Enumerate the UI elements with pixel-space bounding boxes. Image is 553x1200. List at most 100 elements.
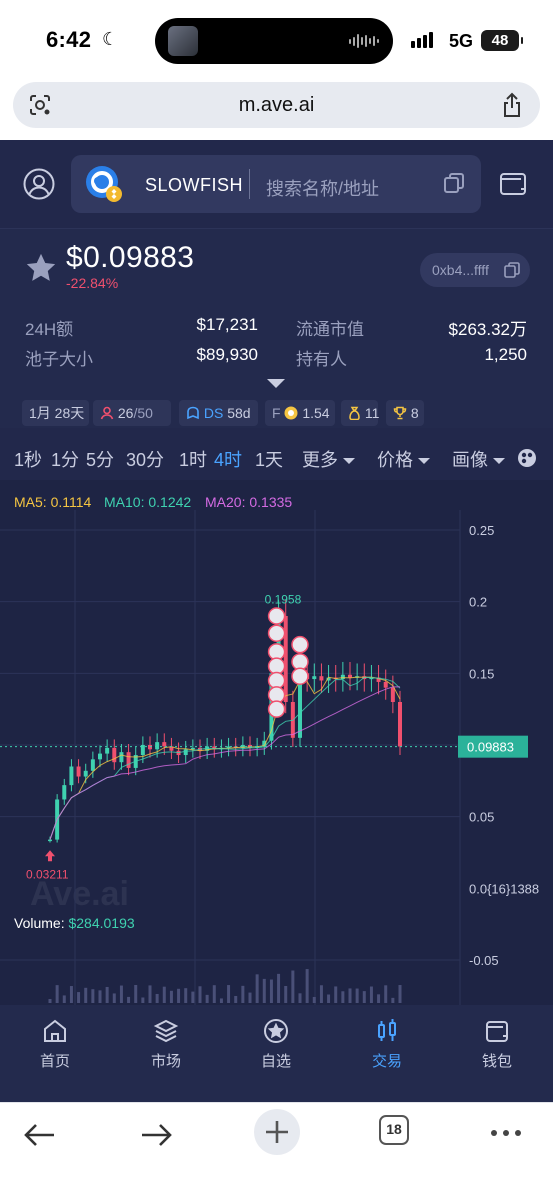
app-header: SLOWFISH 搜索名称/地址: [0, 140, 553, 228]
user-profile-icon[interactable]: [23, 168, 55, 200]
tf-1s[interactable]: 1秒: [14, 446, 42, 472]
tab-watchlist[interactable]: 自选: [226, 1017, 326, 1071]
y-tick-label: 0.0{16}1388: [469, 881, 539, 896]
candle: [119, 752, 124, 763]
tab-trade[interactable]: 交易: [337, 1017, 437, 1071]
layers-icon: [153, 1019, 179, 1043]
volume-bar: [291, 970, 295, 1003]
volume-bar: [177, 988, 181, 1003]
volume-bar: [198, 986, 202, 1003]
f-label: F: [272, 405, 281, 421]
wallet-icon[interactable]: [499, 170, 527, 196]
trophy-tag[interactable]: 8: [386, 400, 424, 426]
person-icon: [100, 406, 114, 420]
favorite-star-icon[interactable]: [24, 251, 58, 285]
low-price-label: 0.03211: [26, 867, 69, 881]
address-bar[interactable]: m.ave.ai: [13, 82, 540, 128]
tab-market[interactable]: 市场: [116, 1017, 216, 1071]
bottom-tab-bar: 首页 市场 自选 交易 钱包: [0, 1005, 553, 1102]
trade-marker-icon: [267, 624, 286, 642]
tf-30m[interactable]: 30分: [126, 446, 164, 472]
copy-icon[interactable]: [443, 172, 465, 194]
tab-home[interactable]: 首页: [5, 1017, 105, 1071]
home-icon: [44, 1019, 66, 1042]
volume-bar: [98, 990, 102, 1003]
volume-bar: [84, 987, 88, 1003]
y-tick-label: 0.05: [469, 810, 494, 825]
draw-label: 画像: [452, 450, 488, 470]
top-holders-tag[interactable]: 26/50: [93, 400, 171, 426]
signal-icon: [411, 32, 433, 48]
tab-label: 自选: [260, 1053, 291, 1070]
candle: [105, 747, 110, 754]
dexscreener-tag[interactable]: DS 58d: [179, 400, 258, 426]
holders-label: 持有人: [296, 350, 347, 369]
circ-mcap-label: 流通市值: [296, 320, 364, 339]
palette-icon[interactable]: [517, 448, 537, 468]
candle: [319, 676, 324, 681]
sniper-tag[interactable]: 11: [341, 400, 379, 426]
new-tab-button[interactable]: [254, 1109, 300, 1155]
volume-bar: [141, 997, 145, 1003]
expand-chevron-icon[interactable]: [267, 379, 285, 388]
token-search-bar[interactable]: SLOWFISH 搜索名称/地址: [71, 155, 481, 213]
volume-bar: [277, 973, 281, 1003]
y-tick-label: -0.05: [469, 953, 499, 968]
back-arrow-icon[interactable]: [18, 1117, 62, 1153]
volume-bar: [362, 991, 366, 1003]
tf-1m[interactable]: 1分: [51, 446, 79, 472]
now-playing-thumbnail: [168, 26, 198, 56]
volume-bar: [112, 993, 116, 1003]
age-tag[interactable]: 1月 28天: [22, 400, 89, 426]
candle: [126, 752, 131, 768]
divider: [249, 169, 250, 199]
top-holders-count: 26: [117, 405, 134, 421]
trade-marker-icon: [291, 635, 309, 654]
dexscreener-icon: [187, 406, 199, 420]
tf-4h[interactable]: 4时: [214, 446, 242, 472]
contract-address-chip[interactable]: 0xb4...ffff: [420, 253, 530, 287]
tab-count: 18: [386, 1121, 402, 1137]
more-dropdown[interactable]: 更多: [302, 446, 355, 472]
battery-icon: 48: [481, 30, 523, 51]
draw-dropdown[interactable]: 画像: [452, 446, 505, 472]
score-tag[interactable]: F 1.54: [265, 400, 335, 426]
candle: [90, 759, 95, 771]
volume-bar: [48, 999, 52, 1003]
coin-icon: [284, 406, 298, 420]
copy-address-icon[interactable]: [504, 262, 520, 278]
tab-switcher-button[interactable]: 18: [379, 1115, 409, 1145]
volume-value: $284.0193: [68, 915, 135, 931]
trophy-icon: [393, 406, 407, 420]
volume-bar: [148, 985, 152, 1003]
volume-bar: [169, 990, 173, 1003]
volume-bar: [298, 993, 302, 1003]
url-text[interactable]: m.ave.ai: [13, 94, 540, 117]
volume-bar: [69, 986, 73, 1003]
tf-1d[interactable]: 1天: [255, 446, 283, 472]
forward-arrow-icon[interactable]: [134, 1117, 178, 1153]
price-change: -22.84%: [66, 275, 119, 291]
tf-1h[interactable]: 1时: [179, 446, 207, 472]
more-icon[interactable]: [484, 1117, 528, 1153]
ave-app: SLOWFISH 搜索名称/地址 $0.09883 -22.84% 0xb4..…: [0, 140, 553, 1102]
volume-bar: [348, 988, 352, 1003]
share-icon[interactable]: [500, 92, 524, 118]
search-placeholder[interactable]: 搜索名称/地址: [266, 175, 379, 201]
price-dropdown[interactable]: 价格: [377, 446, 430, 472]
tab-label: 市场: [150, 1053, 181, 1070]
tf-5m[interactable]: 5分: [86, 446, 114, 472]
tab-label: 首页: [39, 1053, 70, 1070]
audio-wave-icon: [349, 33, 379, 49]
volume-bar: [77, 992, 81, 1003]
tab-wallet[interactable]: 钱包: [447, 1017, 547, 1071]
volume-bar: [319, 985, 323, 1003]
timeframe-toolbar: 1秒 1分 5分 30分 1时 4时 1天 更多 价格 画像: [0, 436, 553, 478]
candles-icon: [378, 1019, 396, 1041]
contract-address: 0xb4...ffff: [432, 262, 489, 278]
candle: [312, 676, 317, 680]
candle: [348, 674, 352, 678]
y-tick-label: 0.15: [469, 666, 494, 681]
token-name: SLOWFISH: [145, 175, 244, 195]
price-chart[interactable]: MA5: 0.1114 MA10: 0.1242 MA20: 0.1335 Av…: [0, 480, 553, 1005]
